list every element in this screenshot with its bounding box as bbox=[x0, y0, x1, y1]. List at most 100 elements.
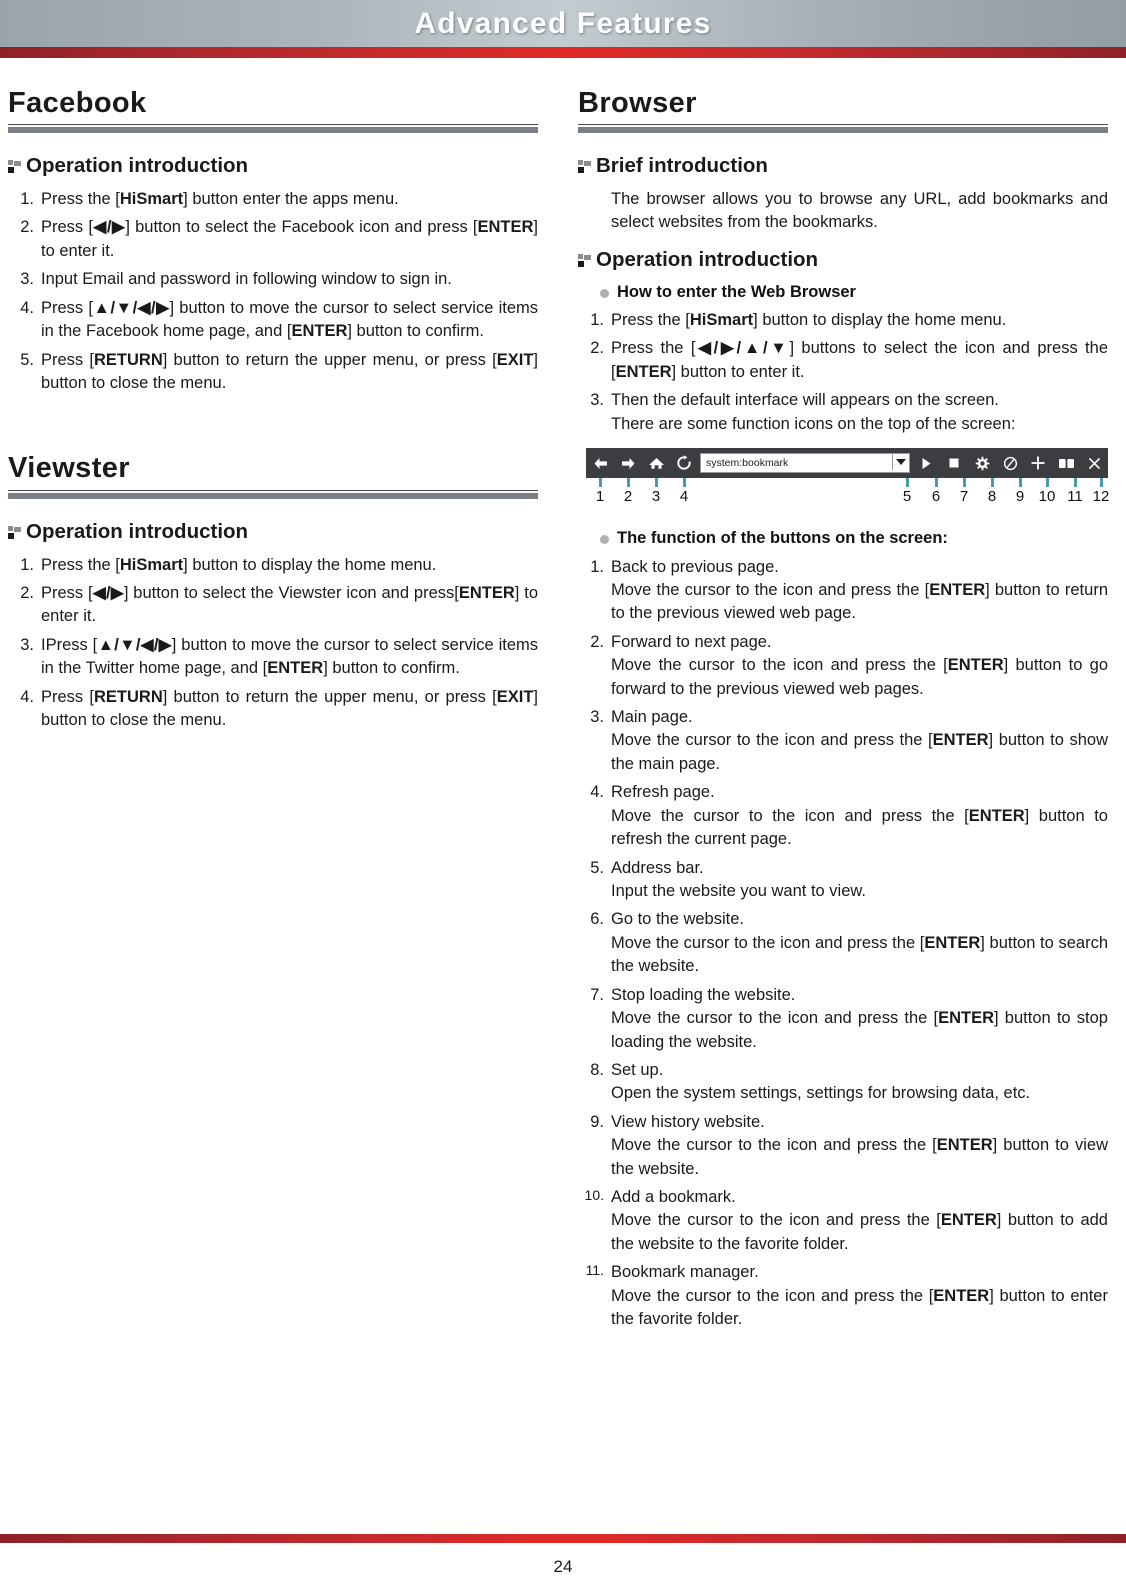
subheading-brief-introduction: Brief introduction bbox=[578, 153, 1108, 179]
list-item-text: Add a bookmark. Move the cursor to the ic… bbox=[611, 1188, 1108, 1253]
square-bullet-icon bbox=[8, 525, 21, 541]
callout-number: 4 bbox=[679, 488, 689, 506]
list-item-text: Main page. Move the cursor to the icon an… bbox=[611, 708, 1108, 773]
callout-leader bbox=[1018, 478, 1022, 488]
heading-rule-thick bbox=[578, 127, 1108, 134]
list-item-text: Stop loading the website. Move the cursor… bbox=[611, 985, 1108, 1051]
address-bar-dropdown-icon[interactable] bbox=[892, 454, 909, 471]
list-item-text: Press the [HiSmart] button to display th… bbox=[611, 310, 1007, 329]
callout-leader bbox=[934, 478, 938, 488]
subheading-label: Operation introduction bbox=[596, 247, 819, 271]
callout-number: 12 bbox=[1092, 488, 1110, 506]
list-item-number: 5. bbox=[590, 858, 604, 877]
list-item: 9. View history website. Move the cursor … bbox=[578, 1111, 1108, 1181]
go-play-icon[interactable] bbox=[912, 448, 940, 478]
list-item-number: 3. bbox=[590, 391, 604, 410]
add-plus-icon[interactable] bbox=[1024, 448, 1052, 478]
list-item-number: 1. bbox=[20, 555, 34, 574]
callout-number: 6 bbox=[931, 488, 941, 506]
callout-4: 4 bbox=[673, 478, 695, 504]
list-item-number: 7. bbox=[590, 985, 604, 1004]
page-title: Advanced Features bbox=[414, 6, 712, 40]
callout-8: 8 bbox=[981, 478, 1003, 504]
page-header-band: Advanced Features bbox=[0, 0, 1126, 47]
section-title-facebook: Facebook bbox=[8, 87, 147, 119]
list-item-text: Go to the website. Move the cursor to the… bbox=[611, 910, 1108, 976]
list-item-number: 4. bbox=[20, 298, 34, 317]
list-item-text: Bookmark manager. Move the cursor to the … bbox=[611, 1263, 1108, 1329]
list-item: 2. Press [◀/▶] button to select the View… bbox=[8, 582, 538, 629]
address-bar[interactable]: system:bookmark bbox=[700, 453, 910, 474]
section-facebook-heading: Facebook bbox=[8, 87, 538, 134]
list-item-text: Press [▲/▼/◀/▶] button to move the curso… bbox=[41, 298, 538, 341]
list-item-number: 10. bbox=[584, 1187, 604, 1204]
list-item-text: Press [RETURN] button to return the uppe… bbox=[41, 350, 538, 393]
section-browser-heading: Browser bbox=[578, 88, 1108, 134]
callout-number: 10 bbox=[1038, 488, 1056, 506]
settings-gear-icon[interactable] bbox=[968, 448, 996, 478]
list-item-text: Set up. Open the system settings, setting… bbox=[611, 1060, 1031, 1103]
list-item-text: Address bar. Input the website you want t… bbox=[611, 858, 866, 900]
list-item-number: 11. bbox=[585, 1262, 604, 1279]
square-bullet-icon bbox=[8, 160, 21, 175]
circle-bullet-icon bbox=[600, 288, 609, 298]
list-item-number: 2. bbox=[20, 583, 34, 602]
callout-leader bbox=[990, 478, 994, 488]
list-item-text: Input Email and password in following wi… bbox=[41, 270, 452, 289]
list-item-number: 3. bbox=[20, 270, 34, 289]
list-item-number: 8. bbox=[590, 1060, 604, 1079]
list-item: 3. IPress [▲/▼/◀/▶] button to move the c… bbox=[8, 634, 538, 681]
list-item-text: Back to previous page. Move the cursor to… bbox=[611, 557, 1108, 623]
list-item: 1. Press the [HiSmart] button to display… bbox=[578, 309, 1108, 332]
back-arrow-icon[interactable] bbox=[586, 448, 614, 478]
footer-red-rule bbox=[0, 1534, 1126, 1543]
list-item: 6. Go to the website. Move the cursor to … bbox=[578, 908, 1108, 978]
callout-leader bbox=[654, 478, 658, 488]
list-item: 7. Stop loading the website. Move the cur… bbox=[578, 984, 1108, 1054]
square-bullet-icon bbox=[578, 160, 591, 175]
brief-introduction-paragraph: The browser allows you to browse any URL… bbox=[611, 190, 1108, 232]
home-icon[interactable] bbox=[642, 448, 670, 478]
list-item: 3. Main page. Move the cursor to the icon… bbox=[578, 706, 1108, 776]
callout-number: 9 bbox=[1015, 488, 1025, 506]
bookmark-book-icon[interactable] bbox=[1052, 448, 1080, 478]
list-item-text: IPress [▲/▼/◀/▶] button to move the curs… bbox=[41, 635, 539, 678]
callout-number: 1 bbox=[595, 488, 605, 506]
callout-leader bbox=[626, 478, 630, 488]
heading-how-to-enter-web-browser: How to enter the Web Browser bbox=[578, 282, 1108, 303]
close-x-icon[interactable] bbox=[1080, 448, 1108, 478]
list-item-number: 6. bbox=[590, 910, 604, 929]
list-item-text: Refresh page. Move the cursor to the icon… bbox=[611, 783, 1108, 849]
facebook-steps-list: 1. Press the [HiSmart] button enter the … bbox=[8, 188, 538, 395]
callout-10: 10 bbox=[1036, 478, 1058, 504]
list-item-text: Press the [HiSmart] button to display th… bbox=[41, 555, 437, 574]
list-item-number: 4. bbox=[590, 783, 604, 802]
right-column: Browser Brief introduction The browser a… bbox=[578, 88, 1109, 1337]
callout-number: 7 bbox=[959, 488, 969, 506]
browser-toolbar-figure: system:bookmark 1 2 3 4 5 6 7 8 9 10 11 … bbox=[578, 448, 1109, 520]
history-clock-icon[interactable] bbox=[996, 448, 1024, 478]
callout-leader bbox=[1045, 478, 1049, 488]
list-item-number: 1. bbox=[590, 310, 604, 329]
callout-leader bbox=[1073, 478, 1077, 488]
callout-9: 9 bbox=[1009, 478, 1031, 504]
list-item-text: Press the [◀/▶/▲/▼] buttons to select th… bbox=[611, 339, 1108, 381]
stop-square-icon[interactable] bbox=[940, 448, 968, 478]
list-item: 1. Back to previous page. Move the cursor… bbox=[578, 556, 1108, 626]
callout-leader bbox=[598, 478, 602, 488]
list-item: 5. Address bar. Input the website you wan… bbox=[578, 857, 1108, 904]
list-item: 1. Press the [HiSmart] button to display… bbox=[8, 554, 538, 577]
list-item-number: 4. bbox=[20, 687, 34, 706]
callout-12: 12 bbox=[1090, 478, 1112, 504]
refresh-icon[interactable] bbox=[670, 448, 698, 478]
list-item-number: 3. bbox=[20, 635, 34, 654]
list-item: 10. Add a bookmark. Move the cursor to th… bbox=[578, 1186, 1108, 1256]
subheading-facebook-operation: Operation introduction bbox=[8, 153, 538, 179]
heading-function-of-buttons: The function of the buttons on the scree… bbox=[578, 528, 1108, 549]
callout-number: 5 bbox=[902, 488, 912, 506]
list-item: 2. Press the [◀/▶/▲/▼] buttons to select… bbox=[578, 337, 1108, 384]
heading-label: How to enter the Web Browser bbox=[617, 282, 856, 301]
callout-1: 1 bbox=[589, 478, 611, 504]
forward-arrow-icon[interactable] bbox=[614, 448, 642, 478]
list-item: 4. Press [▲/▼/◀/▶] button to move the cu… bbox=[8, 297, 538, 344]
